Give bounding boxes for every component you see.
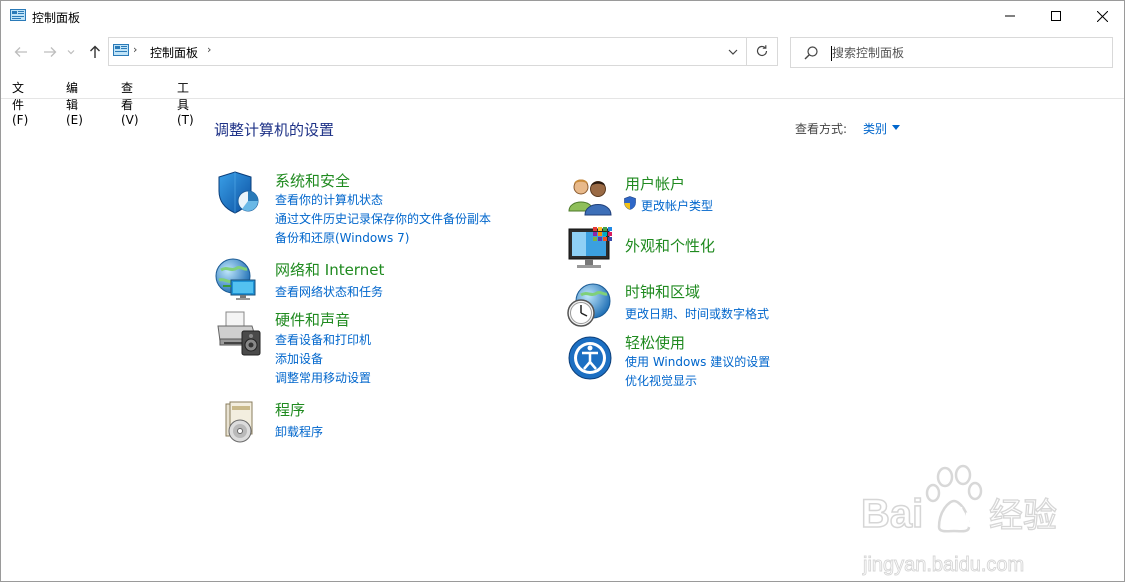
refresh-icon[interactable] bbox=[754, 43, 770, 59]
users-icon[interactable] bbox=[567, 171, 615, 219]
minimize-icon bbox=[1005, 15, 1015, 17]
view-by-label: 查看方式: bbox=[795, 122, 848, 136]
baidu-paw-icon: Bai du 经验 jingyan.baidu.com bbox=[860, 464, 1058, 576]
arrow-up-icon bbox=[90, 45, 100, 58]
category-system-security[interactable]: 系统和安全 bbox=[275, 170, 350, 191]
category-network-internet[interactable]: 网络和 Internet bbox=[275, 259, 384, 280]
link-backup-restore[interactable]: 备份和还原(Windows 7) bbox=[275, 229, 409, 246]
address-history-dropdown-icon[interactable] bbox=[725, 44, 741, 60]
recent-locations-button[interactable] bbox=[65, 43, 77, 61]
watermark-brand-c: 经验 bbox=[989, 496, 1057, 536]
shield-icon[interactable] bbox=[215, 169, 263, 217]
link-uninstall-program[interactable]: 卸载程序 bbox=[275, 423, 323, 440]
search-box[interactable] bbox=[790, 37, 1113, 68]
link-add-device[interactable]: 添加设备 bbox=[275, 350, 323, 367]
arrow-left-icon bbox=[14, 47, 27, 57]
printer-icon[interactable] bbox=[214, 309, 262, 357]
network-icon[interactable] bbox=[213, 256, 261, 304]
programs-icon[interactable] bbox=[218, 398, 266, 446]
link-change-account-type[interactable]: 更改帐户类型 bbox=[641, 197, 713, 214]
title-bar[interactable]: 控制面板 bbox=[1, 1, 1124, 31]
watermark-brand-b: du bbox=[947, 502, 981, 533]
link-mobility-settings[interactable]: 调整常用移动设置 bbox=[275, 369, 371, 386]
breadcrumb-separator-icon[interactable]: › bbox=[133, 43, 137, 56]
maximize-icon bbox=[1051, 11, 1061, 21]
link-change-date-time-format[interactable]: 更改日期、时间或数字格式 bbox=[625, 305, 769, 322]
control-panel-icon bbox=[113, 44, 129, 56]
forward-button[interactable] bbox=[41, 43, 59, 61]
menu-file[interactable]: 文件(F) bbox=[12, 79, 28, 127]
view-by-dropdown[interactable]: 类别 bbox=[863, 120, 887, 137]
category-clock-region[interactable]: 时钟和区域 bbox=[625, 281, 700, 302]
up-button[interactable] bbox=[86, 43, 104, 61]
minimize-button[interactable] bbox=[987, 1, 1033, 31]
window-title: 控制面板 bbox=[32, 11, 81, 25]
category-appearance-personalization[interactable]: 外观和个性化 bbox=[625, 235, 715, 256]
link-recommended-settings[interactable]: 使用 Windows 建议的设置 bbox=[625, 353, 770, 370]
watermark-brand-a: Bai bbox=[861, 492, 923, 536]
breadcrumb-separator-icon[interactable]: › bbox=[207, 43, 211, 56]
address-bar[interactable]: › 控制面板 › bbox=[108, 37, 778, 66]
search-icon bbox=[804, 46, 818, 60]
page-title: 调整计算机的设置 bbox=[214, 121, 335, 139]
ease-of-access-icon[interactable] bbox=[567, 335, 615, 383]
clock-globe-icon[interactable] bbox=[565, 281, 613, 329]
breadcrumb-control-panel[interactable]: 控制面板 bbox=[150, 44, 198, 61]
monitor-icon[interactable] bbox=[567, 225, 615, 273]
link-devices-printers[interactable]: 查看设备和打印机 bbox=[275, 331, 371, 348]
link-view-computer-status[interactable]: 查看你的计算机状态 bbox=[275, 191, 383, 208]
chevron-down-icon bbox=[67, 50, 75, 55]
link-file-history-backup[interactable]: 通过文件历史记录保存你的文件备份副本 bbox=[275, 210, 491, 227]
link-network-status[interactable]: 查看网络状态和任务 bbox=[275, 283, 383, 300]
address-divider bbox=[746, 38, 747, 65]
uac-shield-icon bbox=[624, 196, 636, 210]
category-user-accounts[interactable]: 用户帐户 bbox=[625, 173, 685, 194]
close-button[interactable] bbox=[1079, 1, 1125, 31]
menu-divider bbox=[1, 98, 1124, 99]
control-panel-window: 控制面板 › 控制面板 › 搜索控制面板 文件(F) 编辑(E) 查看(V) 工… bbox=[0, 0, 1125, 582]
category-hardware-sound[interactable]: 硬件和声音 bbox=[275, 309, 350, 330]
category-ease-of-access[interactable]: 轻松使用 bbox=[625, 332, 685, 353]
back-button[interactable] bbox=[12, 43, 30, 61]
arrow-right-icon bbox=[44, 47, 57, 57]
watermark-url: jingyan.baidu.com bbox=[862, 554, 1024, 576]
dropdown-arrow-icon[interactable] bbox=[892, 125, 900, 130]
maximize-button[interactable] bbox=[1033, 1, 1079, 31]
close-icon bbox=[1096, 10, 1108, 22]
baidu-jingyan-watermark: Bai du 经验 jingyan.baidu.com bbox=[859, 461, 1069, 581]
menu-edit[interactable]: 编辑(E) bbox=[66, 79, 83, 127]
menu-tools[interactable]: 工具(T) bbox=[177, 79, 194, 127]
link-optimize-visual-display[interactable]: 优化视觉显示 bbox=[625, 372, 697, 389]
menu-view[interactable]: 查看(V) bbox=[121, 79, 139, 127]
search-input[interactable] bbox=[832, 43, 1102, 63]
control-panel-icon bbox=[10, 9, 26, 21]
category-programs[interactable]: 程序 bbox=[275, 399, 305, 420]
